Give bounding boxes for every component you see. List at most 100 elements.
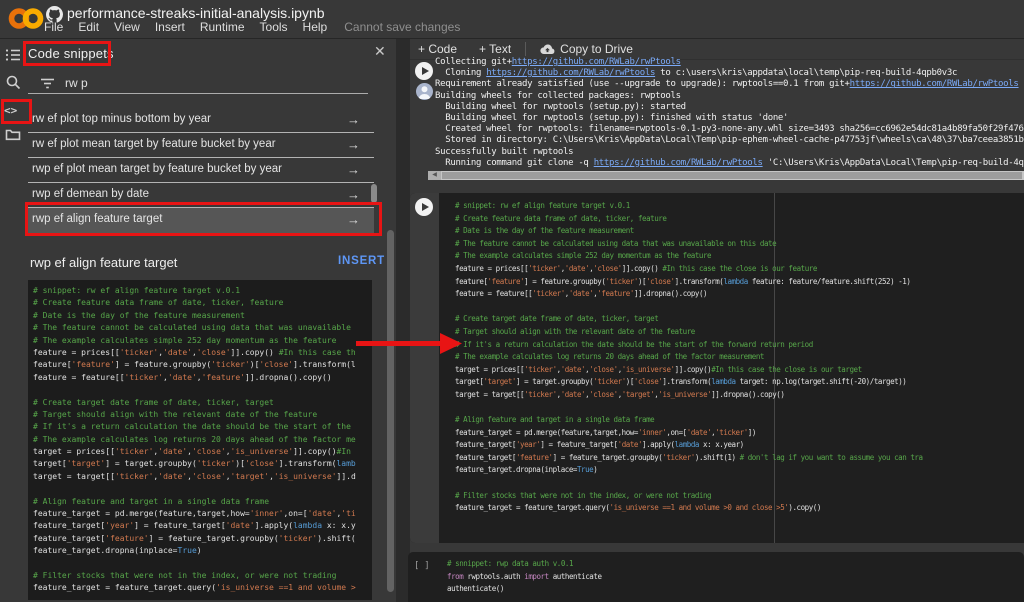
code-line: # Create feature data frame of date, tic… [33, 298, 284, 308]
snippet-item[interactable]: rwp ef plot mean target by feature bucke… [28, 158, 374, 183]
panel-title: Code snippets [28, 46, 114, 61]
code-snippets-panel: Code snippets ✕ rw p rw ef plot top minu… [24, 38, 396, 602]
search-icon[interactable] [5, 74, 21, 90]
code-line: # The feature cannot be calculated using… [33, 323, 351, 333]
code-line: feature_target['feature'] = feature_targ… [33, 533, 356, 543]
user-avatar [416, 83, 433, 100]
code-line: # snnippet: rwp data auth v.0.1 [447, 559, 574, 568]
code-line: feature_target['year'] = feature_target[… [33, 521, 356, 531]
menu-help[interactable]: Help [303, 20, 328, 34]
insert-arrow-icon[interactable]: → [347, 162, 360, 177]
code-line: feature['feature'] = feature.groupby('ti… [33, 360, 356, 370]
snippet-item-label: rwp ef demean by date [32, 188, 149, 200]
code-line: Building wheels for collected packages: … [435, 90, 681, 101]
snippet-item[interactable]: rwp ef demean by date → [28, 183, 374, 208]
code-line: Stored in directory: C:\Users\Kris\AppDa… [435, 135, 1024, 146]
close-panel-icon[interactable]: ✕ [374, 44, 386, 58]
filter-icon[interactable] [40, 77, 55, 90]
code-line: feature_target.dropna(inplace=True) [33, 546, 202, 556]
insert-arrow-icon[interactable]: → [347, 212, 360, 227]
output-link[interactable]: https://github.com/RWLab/rwPtools [486, 68, 655, 78]
insert-button[interactable]: INSERT [338, 255, 385, 267]
snippet-item[interactable]: rw ef plot top minus bottom by year → [28, 108, 374, 133]
code-line: # If it's a return calculation the date … [33, 422, 351, 432]
menu-file[interactable]: File [44, 20, 63, 34]
code-line: feature['feature'] = feature.groupby('ti… [455, 276, 911, 286]
left-rail: <> [0, 38, 24, 602]
copy-to-drive-label: Copy to Drive [560, 41, 633, 56]
code-line: # Date is the day of the feature measure… [455, 226, 634, 236]
code-line: # The example calculates simple 252 day … [455, 251, 712, 261]
snippet-filter-input[interactable]: rw p [65, 76, 88, 90]
code-line: Created wheel for rwptools: filename=rwp… [435, 124, 1024, 135]
code-line: # Date is the day of the feature measure… [33, 310, 245, 320]
code-line: # Align feature and target in a single d… [33, 496, 270, 506]
scrollbar-thumb[interactable] [442, 172, 1022, 179]
code-line: # Target should align with the relevant … [455, 326, 695, 336]
code-line: # snippet: rw ef align feature target v.… [455, 201, 630, 210]
code-line: target = target[['ticker','date','close'… [33, 471, 356, 481]
menu-edit[interactable]: Edit [78, 20, 99, 34]
scroll-left-button[interactable]: ◀ [428, 171, 441, 180]
output-link[interactable]: https://github.com/RWLab/rwPtools [512, 57, 681, 67]
snippet-item[interactable]: rwp ef align feature target → [28, 208, 374, 234]
copy-to-drive-button[interactable]: Copy to Drive [532, 38, 641, 59]
code-line: # Create target date frame of date, tick… [455, 314, 659, 324]
code-line: Successfully built rwptools [435, 146, 574, 157]
toolbar-separator [525, 41, 527, 56]
insert-arrow-icon[interactable]: → [347, 137, 360, 152]
colab-logo-icon[interactable] [8, 4, 44, 33]
snippet-list: rw ef plot top minus bottom by year → rw e… [28, 108, 374, 234]
main-cell-run-button[interactable] [415, 198, 433, 216]
code-line: Requirement already satisfied (use --upg… [435, 79, 1019, 90]
insert-arrow-icon[interactable]: → [347, 187, 360, 202]
add-code-button[interactable]: + Code [410, 38, 465, 59]
menu-runtime[interactable]: Runtime [200, 20, 245, 34]
code-line: feature = prices[['ticker','date','close… [33, 347, 356, 357]
code-line: Cloning https://github.com/RWLab/rwPtool… [435, 68, 958, 79]
code-line: feature = prices[['ticker','date','close… [455, 263, 817, 273]
snippet-preview-title: rwp ef align feature target [30, 255, 178, 270]
code-line: feature_target = pd.merge(feature,target… [33, 509, 356, 519]
filter-underline [28, 93, 368, 94]
code-line: # snippet: rw ef align feature target v.… [33, 286, 241, 295]
output-link[interactable]: https://github.com/RWLab/rwPtools [850, 79, 1019, 89]
code-line: feature_target.dropna(inplace=True) [455, 465, 598, 475]
insert-arrow-icon[interactable]: → [347, 112, 360, 127]
snippet-preview-code[interactable]: # snippet: rw ef align feature target v.… [28, 280, 372, 600]
menu-insert[interactable]: Insert [155, 20, 185, 34]
cloud-upload-icon [540, 44, 555, 54]
code-line: Building wheel for rwptools (setup.py): … [435, 112, 789, 123]
code-snippets-icon[interactable]: <> [4, 104, 20, 120]
files-folder-icon[interactable] [5, 126, 21, 142]
output-cell-run-button[interactable] [415, 62, 433, 80]
execution-count-brackets[interactable]: [ ] [414, 561, 430, 571]
main-cell-editor[interactable]: # snippet: rw ef align feature target v.… [455, 200, 1021, 515]
auth-cell-editor[interactable]: # snnippet: rwp data auth v.0.1 from rwpt… [447, 558, 1017, 596]
snippet-list-scrollbar[interactable] [371, 184, 377, 203]
code-line: # If it's a return calculation the date … [455, 339, 813, 349]
code-line: # Filter stocks that were not in the ind… [33, 570, 337, 580]
code-line: target = prices[['ticker','date','close'… [33, 447, 351, 457]
table-of-contents-icon[interactable] [5, 47, 21, 63]
code-line: target['target'] = target.groupby('ticke… [455, 377, 907, 387]
output-horizontal-scrollbar[interactable]: ◀ [428, 171, 1024, 180]
menu-view[interactable]: View [114, 20, 140, 34]
code-line: feature_target = pd.merge(feature,target… [455, 427, 756, 437]
add-text-button[interactable]: + Text [471, 38, 519, 59]
panel-scrollbar[interactable] [387, 230, 394, 592]
menu-tools[interactable]: Tools [260, 20, 288, 34]
code-line: feature_target = feature_target.query('i… [455, 503, 821, 513]
snippet-item[interactable]: rw ef plot mean target by feature bucket… [28, 133, 374, 158]
output-link[interactable]: https://github.com/RWLab/rwPtools [594, 158, 763, 168]
code-line: # The example calculates simple 252 day … [33, 335, 337, 345]
code-line: # Create target date frame of date, tick… [33, 397, 274, 407]
save-status: Cannot save changes [344, 20, 461, 34]
code-line: feature = feature[['ticker','date','feat… [455, 289, 708, 299]
code-line: # Align feature and target in a single d… [455, 415, 655, 425]
